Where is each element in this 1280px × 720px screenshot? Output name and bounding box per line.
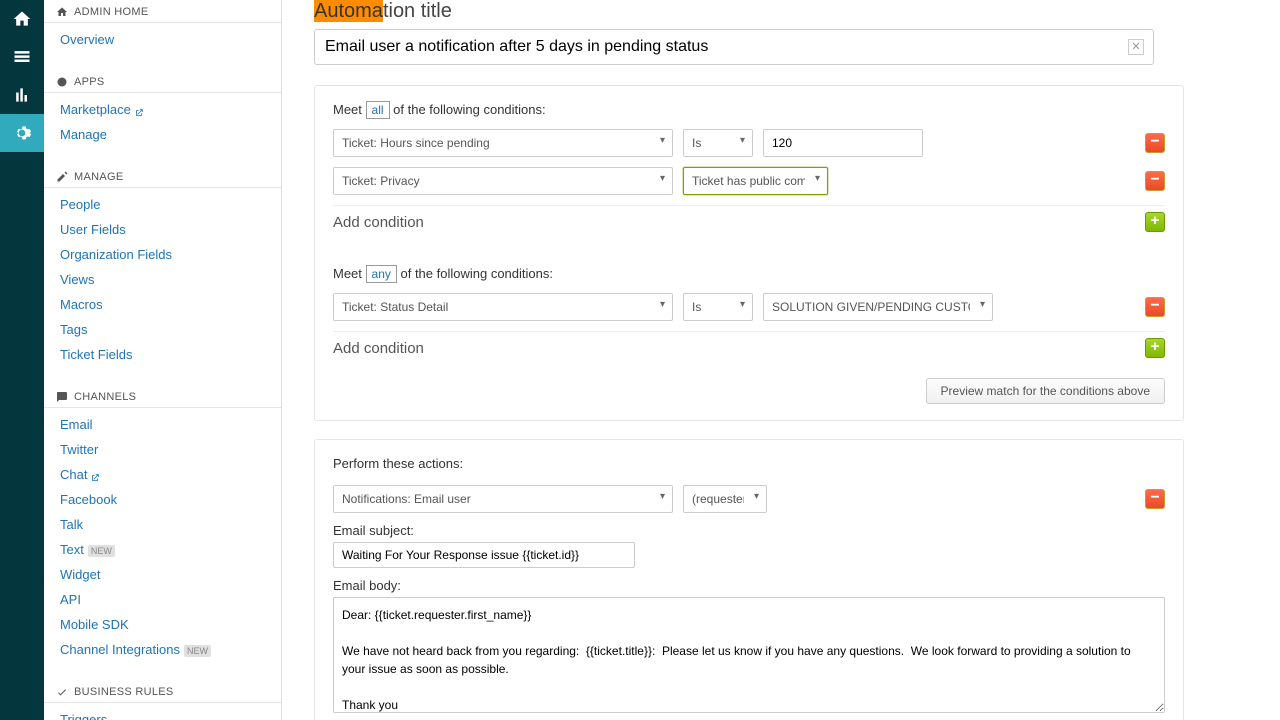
- add-condition-label: Add condition: [333, 340, 424, 357]
- conditions-any-header: Meet any of the following conditions:: [333, 266, 1165, 281]
- sidebar-link-chat[interactable]: Chat: [44, 462, 281, 487]
- actions-panel: Perform these actions: Notifications: Em…: [314, 439, 1184, 720]
- sidebar-link-mobile-sdk[interactable]: Mobile SDK: [44, 612, 281, 637]
- condition-row: Ticket: Privacy Ticket has public commen…: [333, 167, 1165, 195]
- channels-icon: [56, 391, 68, 403]
- add-condition-button[interactable]: +: [1145, 338, 1165, 358]
- clear-title-icon[interactable]: ✕: [1128, 39, 1144, 55]
- new-badge: NEW: [88, 545, 115, 557]
- preview-match-button[interactable]: Preview match for the conditions above: [926, 378, 1165, 404]
- rules-icon: [56, 686, 68, 698]
- sidebar-link-people[interactable]: People: [44, 192, 281, 217]
- condition-value-select[interactable]: Ticket has public comments: [683, 167, 828, 195]
- section-admin-home: ADMIN HOME: [44, 0, 281, 23]
- actions-header: Perform these actions:: [333, 456, 1165, 471]
- email-subject-input[interactable]: [333, 542, 635, 568]
- sidebar-link-marketplace[interactable]: Marketplace: [44, 97, 281, 122]
- rail-views-icon[interactable]: [0, 38, 44, 76]
- sidebar-link-facebook[interactable]: Facebook: [44, 487, 281, 512]
- email-body-textarea[interactable]: [333, 597, 1165, 713]
- sidebar-link-ticket-fields[interactable]: Ticket Fields: [44, 342, 281, 367]
- sidebar-link-talk[interactable]: Talk: [44, 512, 281, 537]
- add-condition-button[interactable]: +: [1145, 212, 1165, 232]
- condition-row: Ticket: Hours since pending Is −: [333, 129, 1165, 157]
- rail-settings-icon[interactable]: [0, 114, 44, 152]
- email-body-label: Email body:: [333, 578, 1165, 593]
- apps-icon: [56, 76, 68, 88]
- section-apps: APPS: [44, 70, 281, 93]
- action-type-select[interactable]: Notifications: Email user: [333, 485, 673, 513]
- home-icon: [56, 6, 68, 18]
- new-badge: NEW: [184, 645, 211, 657]
- sidebar-link-api[interactable]: API: [44, 587, 281, 612]
- section-business-rules: BUSINESS RULES: [44, 680, 281, 703]
- condition-status-select[interactable]: SOLUTION GIVEN/PENDING CUSTOMER VALIDATI…: [763, 293, 993, 321]
- sidebar-link-tags[interactable]: Tags: [44, 317, 281, 342]
- conditions-all-panel: Meet all of the following conditions: Ti…: [314, 85, 1184, 421]
- section-manage: MANAGE: [44, 165, 281, 188]
- external-link-icon: [134, 106, 144, 116]
- sidebar-link-macros[interactable]: Macros: [44, 292, 281, 317]
- automation-title-input[interactable]: [314, 29, 1154, 65]
- conditions-all-header: Meet all of the following conditions:: [333, 102, 1165, 117]
- manage-icon: [56, 171, 68, 183]
- main-content: Automation title ✕ Meet all of the follo…: [282, 0, 1280, 720]
- sidebar-link-twitter[interactable]: Twitter: [44, 437, 281, 462]
- add-condition-label: Add condition: [333, 214, 424, 231]
- page-title: Automation title: [314, 0, 1256, 23]
- remove-condition-button[interactable]: −: [1145, 297, 1165, 317]
- match-any-badge: any: [366, 265, 397, 283]
- rail-home-icon[interactable]: [0, 0, 44, 38]
- remove-condition-button[interactable]: −: [1145, 171, 1165, 191]
- condition-value-input[interactable]: [763, 129, 923, 157]
- sidebar-link-manage-apps[interactable]: Manage: [44, 122, 281, 147]
- sidebar-link-user-fields[interactable]: User Fields: [44, 217, 281, 242]
- sidebar-link-text[interactable]: TextNEW: [44, 537, 281, 562]
- sidebar-link-views[interactable]: Views: [44, 267, 281, 292]
- sidebar-link-triggers[interactable]: Triggers: [44, 707, 281, 720]
- sidebar-link-org-fields[interactable]: Organization Fields: [44, 242, 281, 267]
- action-row: Notifications: Email user (requester) −: [333, 485, 1165, 513]
- external-link-icon: [90, 471, 100, 481]
- rail-reports-icon[interactable]: [0, 76, 44, 114]
- email-subject-label: Email subject:: [333, 523, 1165, 538]
- add-condition-row: Add condition +: [333, 331, 1165, 364]
- condition-op-select[interactable]: Is: [683, 129, 753, 157]
- section-channels: CHANNELS: [44, 385, 281, 408]
- sidebar-link-channel-integrations[interactable]: Channel IntegrationsNEW: [44, 637, 281, 662]
- sidebar: ADMIN HOME Overview APPS Marketplace Man…: [44, 0, 282, 720]
- nav-rail: [0, 0, 44, 720]
- sidebar-link-overview[interactable]: Overview: [44, 27, 281, 52]
- condition-field-select[interactable]: Ticket: Hours since pending: [333, 129, 673, 157]
- sidebar-link-email[interactable]: Email: [44, 412, 281, 437]
- remove-condition-button[interactable]: −: [1145, 133, 1165, 153]
- condition-op-select[interactable]: Is: [683, 293, 753, 321]
- action-target-select[interactable]: (requester): [683, 485, 767, 513]
- condition-field-select[interactable]: Ticket: Status Detail: [333, 293, 673, 321]
- condition-field-select[interactable]: Ticket: Privacy: [333, 167, 673, 195]
- match-all-badge: all: [366, 101, 390, 119]
- add-condition-row: Add condition +: [333, 205, 1165, 238]
- remove-action-button[interactable]: −: [1145, 489, 1165, 509]
- condition-row: Ticket: Status Detail Is SOLUTION GIVEN/…: [333, 293, 1165, 321]
- sidebar-link-widget[interactable]: Widget: [44, 562, 281, 587]
